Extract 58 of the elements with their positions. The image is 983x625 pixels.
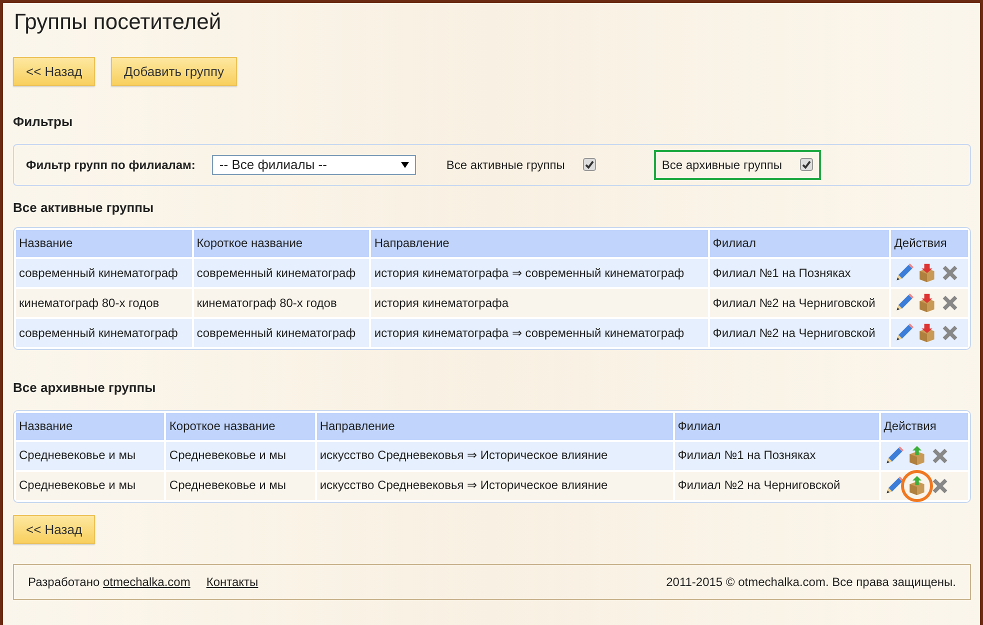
column-header: Короткое название bbox=[194, 230, 370, 258]
table-cell: Филиал №2 на Черниговской bbox=[674, 472, 879, 500]
table-cell: Средневековье и мы bbox=[16, 472, 164, 500]
column-header: Филиал bbox=[674, 412, 879, 440]
table-cell: искусство Средневековья ⇒ Историческое влияние bbox=[316, 472, 673, 500]
pencil-icon[interactable] bbox=[894, 323, 914, 344]
box-up-arrow-icon[interactable] bbox=[906, 476, 927, 496]
column-header: Название bbox=[16, 412, 164, 440]
table-cell: кинематограф 80-х годов bbox=[194, 289, 370, 318]
column-header: Филиал bbox=[710, 230, 890, 258]
column-header: Направление bbox=[316, 412, 673, 440]
column-header: Название bbox=[16, 230, 192, 258]
section-heading: Все активные группы bbox=[13, 200, 155, 216]
checkbox-label: Все архивные группы bbox=[662, 156, 782, 174]
back-button[interactable]: << Назад bbox=[13, 57, 96, 86]
table-cell: Филиал №2 на Черниговской bbox=[710, 289, 890, 318]
table-cell: современный кинематограф bbox=[194, 259, 370, 288]
table-cell: современный кинематограф bbox=[194, 319, 370, 348]
pencil-icon[interactable] bbox=[894, 263, 914, 284]
table-cell: Филиал №2 на Черниговской bbox=[710, 319, 890, 348]
table-cell: искусство Средневековья ⇒ Историческое влияние bbox=[316, 442, 673, 470]
section-heading: Все архивные группы bbox=[13, 380, 157, 396]
branch-select[interactable]: -- Все филиалы -- bbox=[212, 154, 416, 175]
pencil-icon[interactable] bbox=[884, 446, 904, 466]
table-cell: история кинематографа ⇒ современный кинематограф bbox=[371, 319, 708, 348]
table-cell: Средневековье и мы bbox=[166, 442, 315, 470]
column-header: Короткое название bbox=[166, 412, 315, 440]
checkbox[interactable] bbox=[582, 158, 596, 172]
column-header: Действия bbox=[891, 230, 968, 258]
table-cell: Средневековье и мы bbox=[16, 442, 164, 470]
checkbox[interactable] bbox=[800, 158, 813, 172]
table-cell: кинематограф 80-х годов bbox=[16, 289, 192, 318]
pencil-icon[interactable] bbox=[884, 476, 904, 496]
table-cell: современный кинематограф bbox=[16, 259, 192, 288]
filters-heading: Фильтры bbox=[13, 114, 74, 130]
table-cell: Филиал №1 на Позняках bbox=[674, 442, 879, 470]
copyright-text: 2011-2015 © otmechalka.com. Все права защищены. bbox=[666, 574, 956, 591]
add-group-button[interactable]: Добавить группу bbox=[111, 57, 238, 86]
table-cell: Филиал №1 на Позняках bbox=[710, 259, 890, 288]
developer-credit: Разработано bbox=[28, 574, 101, 589]
table-cell: история кинематографа ⇒ современный кинематограф bbox=[371, 259, 708, 288]
box-down-arrow-icon[interactable] bbox=[917, 323, 938, 344]
caret-icon bbox=[401, 162, 410, 168]
page-title: Группы посетителей bbox=[14, 8, 222, 36]
table-cell: история кинематографа bbox=[371, 289, 708, 318]
table-cell: современный кинематограф bbox=[16, 319, 192, 348]
site-link[interactable]: otmechalka.com bbox=[102, 574, 190, 589]
box-down-arrow-icon[interactable] bbox=[917, 263, 938, 284]
box-down-arrow-icon[interactable] bbox=[917, 293, 938, 314]
table-cell: Средневековье и мы bbox=[166, 472, 315, 500]
checkbox-label: Все активные группы bbox=[446, 156, 565, 174]
branch-filter-label: Фильтр групп по филиалам: bbox=[26, 156, 196, 174]
column-header: Направление bbox=[371, 230, 708, 258]
column-header: Действия bbox=[880, 412, 968, 440]
box-up-arrow-icon[interactable] bbox=[906, 446, 927, 466]
contacts-link[interactable]: Контакты bbox=[206, 572, 258, 591]
pencil-icon[interactable] bbox=[894, 293, 914, 314]
back-button[interactable]: << Назад bbox=[13, 514, 96, 544]
